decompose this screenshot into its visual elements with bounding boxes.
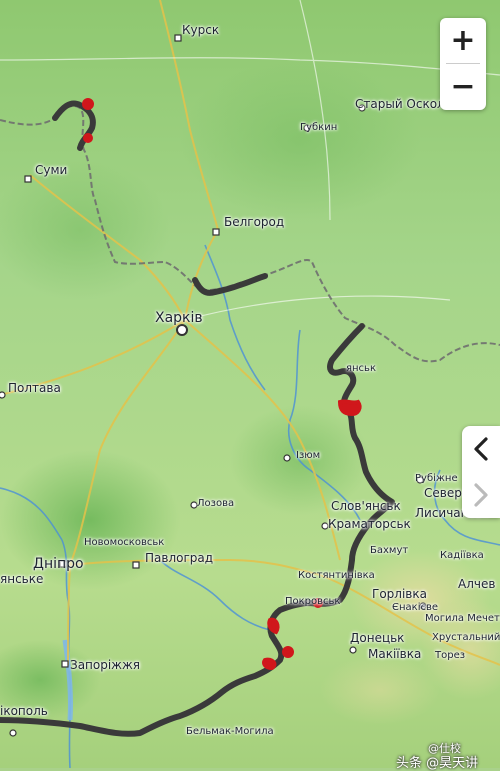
city-label-donetsk: Донецьк	[350, 631, 405, 645]
zoom-in-button[interactable]: +	[440, 18, 486, 63]
city-label-alchevsk: Алчев	[458, 577, 496, 591]
city-label-dnipro: Дніпро	[33, 556, 84, 572]
city-label-kharkiv: Харків	[155, 310, 203, 326]
city-label-yenakiieve: Єнакієве	[392, 602, 439, 613]
city-label-kostiantynivka: Костянтинівка	[298, 570, 375, 581]
city-label-makiivka: Макіївка	[368, 647, 422, 661]
zoom-out-button[interactable]: −	[440, 64, 486, 109]
city-label-horlivka: Горлівка	[372, 587, 427, 601]
city-label-sloviansk-partial: янськ	[346, 363, 376, 374]
city-label-sumy: Суми	[35, 163, 68, 177]
city-label-sievierodonetsk: Север	[424, 486, 462, 500]
city-label-lozova: Лозова	[197, 498, 235, 509]
chevron-right-icon	[474, 483, 488, 507]
city-label-khrustalnyi: Хрустальний	[432, 632, 500, 643]
city-label-kursk: Курск	[182, 23, 220, 37]
city-label-sloviansk: Слов'янськ	[331, 499, 401, 513]
city-label-zaporizhzhia: Запоріжжя	[70, 658, 141, 672]
city-label-poltava: Полтава	[8, 381, 61, 395]
city-label-pavlohrad: Павлоград	[145, 551, 214, 565]
city-label-belgorod: Белгород	[224, 215, 285, 229]
previous-button[interactable]	[462, 426, 500, 472]
terrain-map[interactable]	[0, 0, 500, 768]
gallery-nav	[462, 426, 500, 518]
city-label-gubkin: Губкин	[300, 122, 338, 133]
city-label-bakhmut: Бахмут	[370, 545, 409, 556]
zoom-control: + −	[440, 18, 486, 110]
city-label-nikopol: ікополь	[0, 704, 48, 718]
city-label-torez: Торез	[435, 650, 466, 661]
city-label-rubizhne: Рубіжне	[415, 473, 458, 484]
city-label-izium: Ізюм	[296, 450, 321, 461]
city-label-kamianske: янське	[0, 572, 44, 586]
city-label-novomoskovsk: Новомосковськ	[84, 537, 165, 548]
city-label-kadiivka: Кадіївка	[440, 550, 484, 561]
city-label-mohyla-mechetna: Могила Мечетна	[425, 613, 500, 624]
next-button[interactable]	[462, 472, 500, 518]
city-label-pokrovsk: Покровськ	[285, 596, 341, 607]
watermark: 头条 @昊天讲	[396, 756, 479, 771]
city-label-stary-oskol: Старый Оскол	[355, 97, 445, 111]
city-label-bilmak: Бельмак-Могила	[186, 726, 274, 737]
city-label-kramatorsk: Краматорськ	[328, 517, 411, 531]
chevron-left-icon	[474, 437, 488, 461]
